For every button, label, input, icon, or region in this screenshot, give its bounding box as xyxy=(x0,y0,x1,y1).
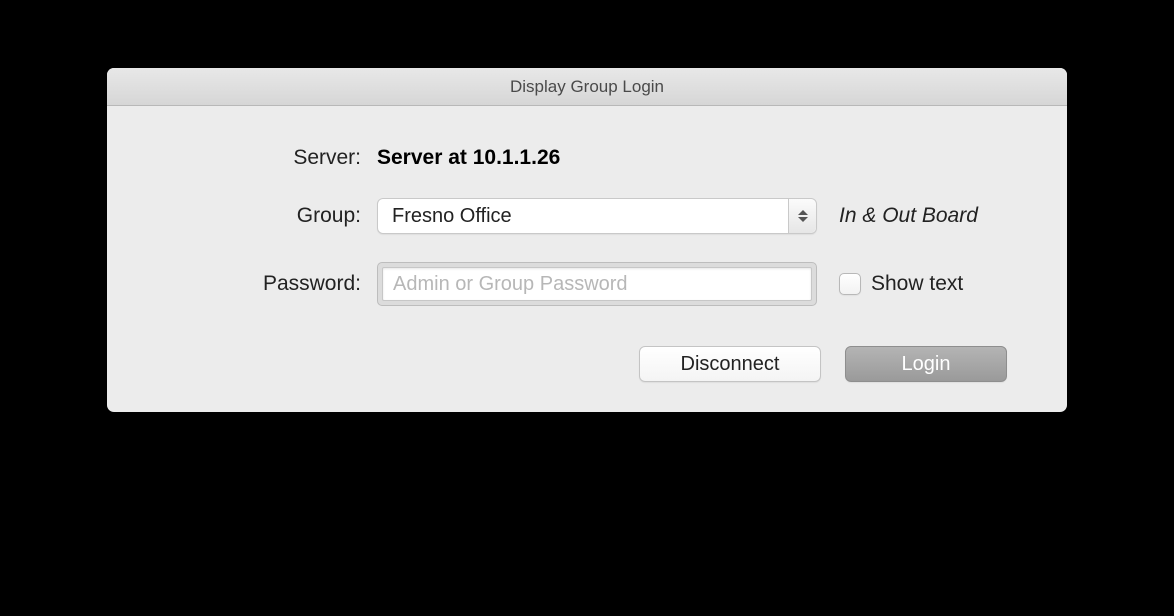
group-selected-value: Fresno Office xyxy=(392,205,512,228)
group-select[interactable]: Fresno Office xyxy=(377,198,817,234)
server-field: Server at 10.1.1.26 xyxy=(377,146,560,170)
group-row: Group: Fresno Office In & Out Board xyxy=(157,198,1017,234)
disconnect-button-label: Disconnect xyxy=(681,353,780,376)
login-dialog: Display Group Login Server: Server at 10… xyxy=(107,68,1067,412)
group-field: Fresno Office In & Out Board xyxy=(377,198,978,234)
login-button-label: Login xyxy=(902,353,951,376)
password-row: Password: Show text xyxy=(157,262,1017,306)
button-row: Disconnect Login xyxy=(157,346,1017,382)
disconnect-button[interactable]: Disconnect xyxy=(639,346,821,382)
server-label: Server: xyxy=(157,146,377,170)
show-text-label: Show text xyxy=(871,272,963,296)
server-row: Server: Server at 10.1.1.26 xyxy=(157,146,1017,170)
server-value: Server at 10.1.1.26 xyxy=(377,146,560,170)
dialog-content: Server: Server at 10.1.1.26 Group: Fresn… xyxy=(107,106,1067,412)
window-titlebar: Display Group Login xyxy=(107,68,1067,106)
show-text-checkbox-wrap[interactable]: Show text xyxy=(839,272,963,296)
chevron-down-icon xyxy=(798,217,808,222)
login-button[interactable]: Login xyxy=(845,346,1007,382)
chevron-up-icon xyxy=(798,210,808,215)
window-title: Display Group Login xyxy=(510,77,664,97)
password-label: Password: xyxy=(157,272,377,296)
group-description: In & Out Board xyxy=(839,204,978,228)
password-input-wrap xyxy=(377,262,817,306)
select-stepper-icon xyxy=(788,199,816,233)
show-text-checkbox[interactable] xyxy=(839,273,861,295)
password-input[interactable] xyxy=(382,267,812,301)
group-label: Group: xyxy=(157,204,377,228)
password-field: Show text xyxy=(377,262,963,306)
